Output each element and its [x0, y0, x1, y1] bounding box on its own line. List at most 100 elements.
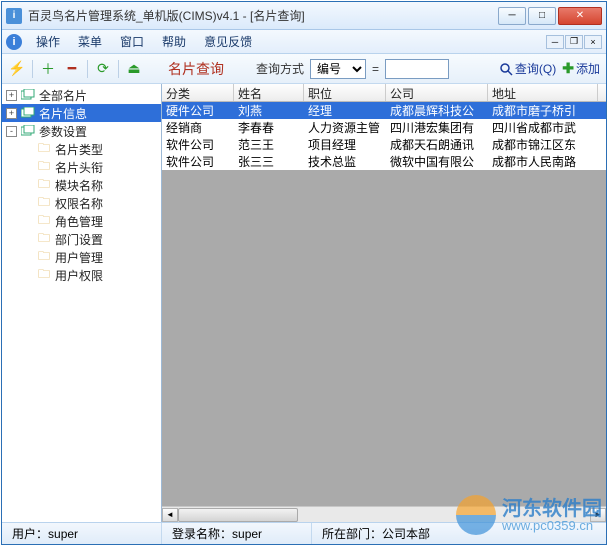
query-value-input[interactable] [385, 59, 449, 79]
mdi-minimize-button[interactable]: ─ [546, 35, 564, 49]
cards-icon [20, 106, 36, 120]
close-button[interactable]: ✕ [558, 7, 602, 25]
scroll-left-button[interactable]: ◄ [162, 508, 178, 522]
cards-icon [20, 124, 36, 138]
table-cell: 刘燕 [234, 102, 304, 119]
data-grid: 分类 姓名 职位 公司 地址 硬件公司刘燕经理成都晨辉科技公成都市磨子桥引经销商… [162, 84, 606, 522]
tree-label: 名片类型 [55, 141, 103, 158]
table-cell: 范三王 [234, 136, 304, 153]
table-row[interactable]: 经销商李春春人力资源主管四川港宏集团有四川省成都市武 [162, 119, 606, 136]
query-mode-select[interactable]: 编号 [310, 59, 366, 79]
collapse-icon[interactable]: - [6, 126, 17, 137]
tree-node-child[interactable]: 🗀用户管理 [2, 248, 161, 266]
tree-label: 用户管理 [55, 249, 103, 266]
tree-label: 用户权限 [55, 267, 103, 284]
bolt-icon[interactable]: ⚡ [8, 60, 26, 78]
col-name[interactable]: 姓名 [234, 84, 304, 101]
app-window: i 百灵鸟名片管理系统_单机版(CIMS)v4.1 - [名片查询] ─ □ ✕… [1, 1, 607, 545]
table-row[interactable]: 软件公司张三三技术总监微软中国有限公成都市人民南路 [162, 153, 606, 170]
tree-label: 参数设置 [39, 123, 87, 140]
tree-label: 全部名片 [39, 87, 87, 104]
grid-header: 分类 姓名 职位 公司 地址 [162, 84, 606, 102]
table-cell: 成都晨辉科技公 [386, 102, 488, 119]
menubar: i 操作 菜单 窗口 帮助 意见反馈 ─ ❐ × [2, 30, 606, 54]
menu-feedback[interactable]: 意见反馈 [196, 31, 260, 52]
add-icon[interactable]: ＋ [39, 60, 57, 78]
folder-icon: 🗀 [36, 196, 52, 210]
right-panel: 名片查询 查询方式 编号 = 查询(Q) ✚ 添加 [162, 54, 606, 522]
query-mode-label: 查询方式 [256, 60, 304, 77]
folder-icon: 🗀 [36, 232, 52, 246]
folder-icon: 🗀 [36, 178, 52, 192]
horizontal-scrollbar[interactable]: ◄ ► [162, 506, 606, 522]
table-cell: 硬件公司 [162, 102, 234, 119]
scroll-thumb[interactable] [178, 508, 298, 522]
grid-body: 硬件公司刘燕经理成都晨辉科技公成都市磨子桥引经销商李春春人力资源主管四川港宏集团… [162, 102, 606, 506]
table-cell: 四川港宏集团有 [386, 119, 488, 136]
body-area: ⚡ ＋ ━ ⟳ ⏏ + 全部名片 + 名片信息 [2, 54, 606, 522]
tree-label: 名片信息 [39, 105, 87, 122]
remove-icon[interactable]: ━ [63, 60, 81, 78]
mdi-controls: ─ ❐ × [546, 35, 602, 49]
tree-node-settings[interactable]: - 参数设置 [2, 122, 161, 140]
search-button[interactable]: 查询(Q) [499, 60, 556, 77]
tree-node-child[interactable]: 🗀部门设置 [2, 230, 161, 248]
tree-label: 权限名称 [55, 195, 103, 212]
exit-icon[interactable]: ⏏ [125, 60, 143, 78]
tree-node-child[interactable]: 🗀名片头衔 [2, 158, 161, 176]
separator [118, 60, 119, 78]
mdi-close-button[interactable]: × [584, 35, 602, 49]
scroll-track[interactable] [178, 508, 590, 522]
folder-icon: 🗀 [36, 142, 52, 156]
menu-help[interactable]: 帮助 [154, 31, 194, 52]
table-cell: 技术总监 [304, 153, 386, 170]
table-cell: 成都天石朗通讯 [386, 136, 488, 153]
tree-node-child[interactable]: 🗀模块名称 [2, 176, 161, 194]
table-cell: 软件公司 [162, 153, 234, 170]
table-cell: 成都市磨子桥引 [488, 102, 598, 119]
app-icon: i [6, 8, 22, 24]
table-cell: 张三三 [234, 153, 304, 170]
maximize-button[interactable]: □ [528, 7, 556, 25]
refresh-icon[interactable]: ⟳ [94, 60, 112, 78]
table-cell: 项目经理 [304, 136, 386, 153]
panel-title: 名片查询 [168, 59, 224, 79]
expand-icon[interactable]: + [6, 108, 17, 119]
expand-icon[interactable]: + [6, 90, 17, 101]
tree-node-child[interactable]: 🗀权限名称 [2, 194, 161, 212]
query-bar: 名片查询 查询方式 编号 = 查询(Q) ✚ 添加 [162, 54, 606, 84]
tree-node-all-cards[interactable]: + 全部名片 [2, 86, 161, 104]
mdi-restore-button[interactable]: ❐ [565, 35, 583, 49]
menu-operate[interactable]: 操作 [28, 31, 68, 52]
add-button[interactable]: ✚ 添加 [562, 60, 600, 77]
window-title: 百灵鸟名片管理系统_单机版(CIMS)v4.1 - [名片查询] [28, 7, 498, 24]
status-user: 用户： super [2, 523, 162, 544]
menu-menu[interactable]: 菜单 [70, 31, 110, 52]
plus-icon: ✚ [562, 60, 574, 77]
folder-icon: 🗀 [36, 160, 52, 174]
scroll-right-button[interactable]: ► [590, 508, 606, 522]
table-cell: 经理 [304, 102, 386, 119]
col-category[interactable]: 分类 [162, 84, 234, 101]
minimize-button[interactable]: ─ [498, 7, 526, 25]
left-panel: ⚡ ＋ ━ ⟳ ⏏ + 全部名片 + 名片信息 [2, 54, 162, 522]
tree-label: 部门设置 [55, 231, 103, 248]
col-position[interactable]: 职位 [304, 84, 386, 101]
window-controls: ─ □ ✕ [498, 7, 602, 25]
table-cell: 软件公司 [162, 136, 234, 153]
tree-node-card-info[interactable]: + 名片信息 [2, 104, 161, 122]
table-cell: 经销商 [162, 119, 234, 136]
add-label: 添加 [576, 60, 600, 77]
col-company[interactable]: 公司 [386, 84, 488, 101]
menu-window[interactable]: 窗口 [112, 31, 152, 52]
info-icon[interactable]: i [6, 34, 22, 50]
table-row[interactable]: 硬件公司刘燕经理成都晨辉科技公成都市磨子桥引 [162, 102, 606, 119]
side-toolbar: ⚡ ＋ ━ ⟳ ⏏ [2, 54, 162, 84]
tree-node-child[interactable]: 🗀名片类型 [2, 140, 161, 158]
tree-node-child[interactable]: 🗀用户权限 [2, 266, 161, 284]
separator [32, 60, 33, 78]
col-address[interactable]: 地址 [488, 84, 598, 101]
status-dept: 所在部门： 公司本部 [312, 523, 606, 544]
tree-node-child[interactable]: 🗀角色管理 [2, 212, 161, 230]
table-row[interactable]: 软件公司范三王项目经理成都天石朗通讯成都市锦江区东 [162, 136, 606, 153]
